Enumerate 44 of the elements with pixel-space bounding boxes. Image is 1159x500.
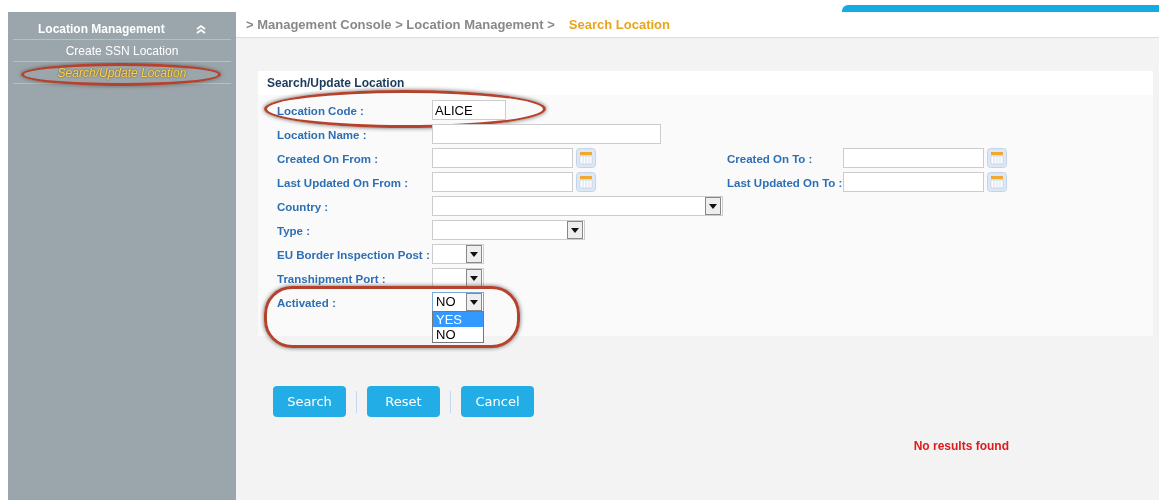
dropdown-field[interactable]	[432, 268, 484, 288]
calendar-icon[interactable]	[576, 148, 596, 168]
form-button[interactable]: Cancel	[461, 386, 534, 417]
no-results-message: No results found	[913, 438, 1009, 455]
calendar-icon[interactable]	[987, 172, 1007, 192]
date-field[interactable]	[432, 172, 573, 192]
dropdown-arrow-icon	[470, 299, 478, 305]
dropdown-arrow-icon	[709, 203, 717, 209]
text-field[interactable]: ALICE	[432, 100, 506, 120]
field-label: Activated :	[277, 297, 336, 309]
date-field[interactable]	[843, 148, 984, 168]
field-label: Created On From :	[277, 153, 378, 165]
date-field[interactable]	[432, 148, 573, 168]
dropdown-arrow-icon	[470, 275, 478, 281]
dropdown-field[interactable]: NO	[432, 292, 484, 312]
dropdown-field[interactable]	[432, 196, 723, 216]
field-label: Country :	[277, 201, 329, 213]
dropdown-arrow-icon	[470, 251, 478, 257]
field-label: EU Border Inspection Post :	[277, 249, 430, 261]
sidebar-title: Location Management	[38, 20, 165, 38]
form-title: Search/Update Location	[258, 71, 1153, 95]
dropdown-field[interactable]	[432, 244, 484, 264]
field-label: Last Updated On From :	[277, 177, 408, 189]
calendar-icon[interactable]	[987, 148, 1007, 168]
calendar-icon[interactable]	[576, 172, 596, 192]
field-label: Created On To :	[727, 153, 813, 165]
field-label: Last Updated On To :	[727, 177, 843, 189]
sidebar-item[interactable]: Search/Update Location	[57, 63, 187, 82]
date-field[interactable]	[843, 172, 984, 192]
text-field[interactable]	[432, 124, 661, 144]
dropdown-option[interactable]: YES	[433, 312, 483, 327]
dropdown-field[interactable]	[432, 220, 585, 240]
field-label: Location Code :	[277, 105, 364, 117]
collapse-icon[interactable]	[196, 23, 206, 34]
dropdown-option[interactable]: NO	[433, 327, 483, 342]
form-button[interactable]: Search	[273, 386, 346, 417]
breadcrumb-path: > Management Console > Location Management >	[246, 15, 555, 34]
field-label: Location Name :	[277, 129, 367, 141]
form-button[interactable]: Reset	[367, 386, 440, 417]
field-label: Transhipment Port :	[277, 273, 386, 285]
field-label: Type :	[277, 225, 310, 237]
sidebar-item[interactable]: Create SSN Location	[65, 41, 179, 60]
breadcrumb-current: Search Location	[568, 15, 670, 34]
dropdown-arrow-icon	[571, 227, 579, 233]
